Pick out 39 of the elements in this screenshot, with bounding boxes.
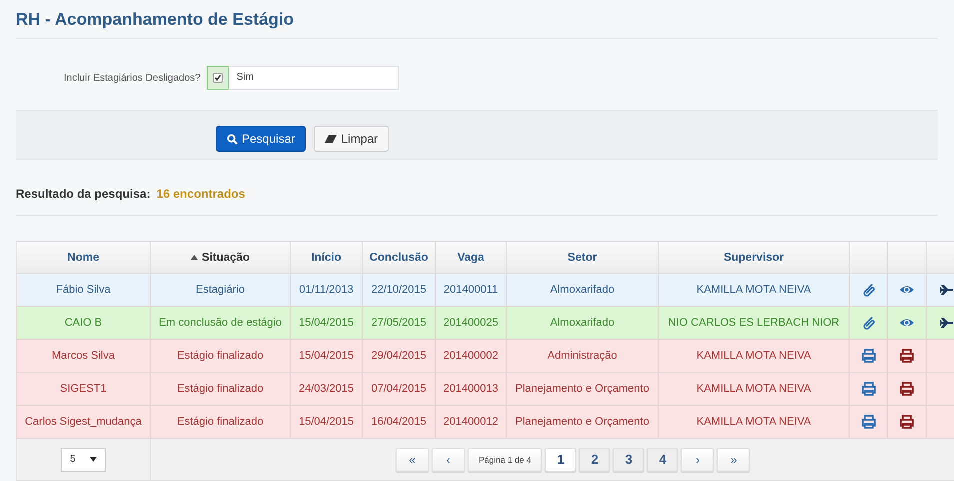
clear-button[interactable]: Limpar bbox=[314, 126, 390, 152]
dropdown-icon bbox=[90, 457, 97, 462]
printer-icon[interactable] bbox=[860, 414, 876, 430]
printer-icon[interactable] bbox=[860, 348, 876, 364]
column-header[interactable]: Supervisor bbox=[658, 242, 850, 274]
search-button[interactable]: Pesquisar bbox=[216, 126, 306, 152]
search-icon bbox=[227, 134, 238, 144]
column-header[interactable]: Situação bbox=[150, 242, 290, 274]
printer-icon[interactable] bbox=[899, 414, 915, 430]
eraser-icon bbox=[325, 134, 338, 144]
page-title: RH - Acompanhamento de Estágio bbox=[16, 10, 938, 39]
checkbox[interactable] bbox=[206, 66, 229, 90]
check-icon bbox=[214, 74, 222, 82]
page-button[interactable]: 2 bbox=[579, 448, 610, 472]
result-label: Resultado da pesquisa: bbox=[16, 187, 151, 201]
paperclip-icon[interactable] bbox=[860, 282, 876, 298]
value-field[interactable]: Sim bbox=[228, 66, 399, 90]
last-page-button[interactable]: » bbox=[717, 448, 750, 472]
page-button[interactable]: 3 bbox=[613, 448, 644, 472]
column-header[interactable]: Conclusão bbox=[362, 242, 436, 274]
airplane-icon[interactable] bbox=[938, 282, 954, 298]
filter-label: Incluir Estagiários Desligados? bbox=[64, 72, 201, 84]
airplane-icon[interactable] bbox=[938, 315, 954, 331]
column-header[interactable]: Início bbox=[290, 242, 362, 274]
printer-icon[interactable] bbox=[860, 381, 876, 397]
page-size-select[interactable]: 5 bbox=[61, 448, 106, 472]
printer-icon[interactable] bbox=[899, 381, 915, 397]
first-page-button[interactable]: « bbox=[396, 448, 429, 472]
column-header[interactable]: Setor bbox=[506, 242, 658, 274]
page-button[interactable]: 1 bbox=[545, 448, 576, 472]
column-header[interactable]: Nome bbox=[16, 242, 150, 274]
printer-icon[interactable] bbox=[899, 348, 915, 364]
page-info[interactable]: Página 1 de 4 bbox=[468, 448, 542, 472]
next-page-button[interactable]: › bbox=[681, 448, 714, 472]
paperclip-icon[interactable] bbox=[860, 315, 876, 331]
previous-page-button[interactable]: ‹ bbox=[432, 448, 465, 472]
page-button[interactable]: 4 bbox=[647, 448, 678, 472]
result-count: 16 encontrados bbox=[156, 187, 246, 201]
column-header[interactable]: Vaga bbox=[436, 242, 506, 274]
